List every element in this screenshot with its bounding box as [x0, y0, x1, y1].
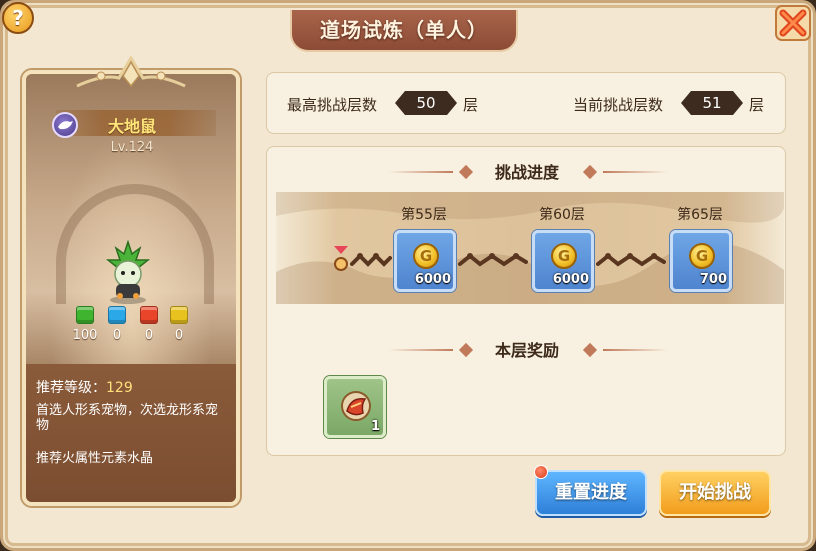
- element-gems: 100 0 0 0: [70, 306, 200, 346]
- milestone-1-amount: 6000: [414, 272, 451, 287]
- gem-wind-value: 0: [174, 328, 184, 343]
- recommend-level-value: 129: [106, 380, 133, 396]
- current-floor-value: 51: [681, 91, 743, 115]
- milestone-1-reward[interactable]: G 6000: [394, 230, 456, 292]
- reward-title-deco-right: [603, 349, 667, 351]
- floor-reward-count: 1: [370, 419, 380, 434]
- chain-link-3: [596, 253, 666, 267]
- recommend-pets-text: 首选人形系宠物，次选龙形系宠物: [36, 403, 219, 433]
- current-floor-unit: 层: [749, 96, 765, 114]
- pet-level: Lv.124: [110, 140, 154, 155]
- milestone-1-floor: 第55层: [401, 207, 447, 223]
- gem-wind: [170, 306, 188, 324]
- pet-name: 大地鼠: [107, 117, 156, 136]
- pet-recommendation: 推荐等级：129 首选人形系宠物，次选龙形系宠物 推荐火属性元素水晶: [26, 364, 236, 502]
- gold-coin-icon: G: [413, 243, 439, 269]
- milestone-3-floor: 第65层: [677, 207, 723, 223]
- gem-earth: [76, 306, 94, 324]
- recommend-level: 推荐等级：129: [36, 377, 226, 397]
- help-button[interactable]: ?: [2, 2, 34, 34]
- help-icon: ?: [12, 6, 24, 30]
- milestone-3-amount: 700: [699, 272, 727, 287]
- gem-fire-value: 0: [144, 328, 154, 343]
- reward-item-icon: [341, 391, 371, 421]
- highest-floor-unit: 层: [463, 96, 479, 114]
- gold-coin-icon: G: [551, 243, 577, 269]
- highest-floor-label: 最高挑战层数: [287, 96, 378, 114]
- gem-water-value: 0: [112, 328, 122, 343]
- progress-title-deco-right: [603, 171, 667, 173]
- recommend-level-label: 推荐等级：: [36, 380, 106, 396]
- progress-track: 第55层 G 6000 第60层 G 6000 第65层 G 700: [276, 192, 784, 304]
- close-button[interactable]: [774, 4, 812, 42]
- notification-dot: [534, 465, 548, 479]
- milestone-3-reward[interactable]: G 700: [670, 230, 732, 292]
- highest-floor-value: 50: [395, 91, 457, 115]
- current-floor-label: 当前挑战层数: [573, 96, 664, 114]
- card-crown-ornament: [76, 56, 186, 88]
- chain-link-2: [458, 253, 528, 267]
- gold-coin-icon: G: [689, 243, 715, 269]
- milestone-2-amount: 6000: [552, 272, 589, 287]
- dialog-title: 道场试炼（单人）: [290, 10, 518, 52]
- milestone-2-floor: 第60层: [539, 207, 585, 223]
- current-position-marker-icon: [334, 246, 348, 271]
- floor-stats-panel: 最高挑战层数 50 层 当前挑战层数 51 层: [266, 72, 786, 134]
- progress-title-deco-left: [389, 171, 453, 173]
- reward-title-deco-left: [389, 349, 453, 351]
- pet-sprite: [105, 239, 151, 304]
- gem-earth-value: 100: [72, 328, 98, 343]
- chain-link-1: [350, 253, 392, 267]
- gem-water: [108, 306, 126, 324]
- reset-progress-button[interactable]: 重置进度: [535, 470, 647, 516]
- milestone-2-reward[interactable]: G 6000: [532, 230, 594, 292]
- pet-type-icon: [52, 112, 78, 138]
- gem-fire: [140, 306, 158, 324]
- recommend-crystal-text: 推荐火属性元素水晶: [36, 451, 154, 466]
- start-challenge-button[interactable]: 开始挑战: [659, 470, 771, 516]
- floor-reward-item[interactable]: 1: [324, 376, 386, 438]
- close-icon: [775, 5, 811, 41]
